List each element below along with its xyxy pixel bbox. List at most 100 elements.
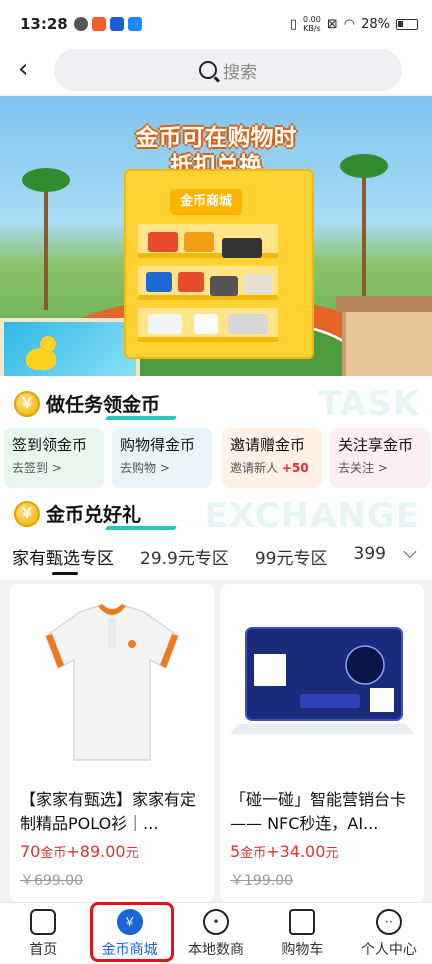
task-card-checkin[interactable]: 签到领金币 去签到 > — [4, 428, 104, 488]
net-speed-unit: KB/s — [303, 24, 321, 33]
no-sim-icon: ⊠ — [326, 16, 338, 32]
task-section-title-text: 做任务领金币 — [46, 390, 160, 417]
container-item — [194, 314, 218, 334]
container-item — [228, 314, 268, 334]
task-card-shopping[interactable]: 购物得金币 去购物 > — [112, 428, 212, 488]
active-tab-highlight — [90, 902, 174, 962]
chevron-down-icon[interactable]: ⌵ — [388, 542, 432, 572]
banner-pool — [0, 318, 140, 376]
shoe-item — [210, 276, 238, 296]
price-cash-unit: 元 — [325, 846, 339, 861]
task-card-invite[interactable]: 邀请赠金币 邀请新人 +50 — [222, 428, 322, 488]
product-name: 【家家有甄选】家家有定制精品POLO衫｜... — [20, 790, 197, 833]
battery-icon — [396, 18, 418, 30]
bag-shelf — [138, 308, 278, 342]
search-bar[interactable]: 搜索 — [54, 49, 402, 91]
task-card-sub: 去签到 > — [12, 461, 62, 475]
task-card-title: 签到领金币 — [12, 436, 88, 454]
nfc-table-card-image — [220, 584, 424, 780]
top-nav: ‹ 搜索 — [0, 48, 432, 94]
wifi-icon: ◠ — [343, 16, 356, 32]
tab-jiayou-select[interactable]: 家有甄选专区 — [12, 544, 114, 575]
search-placeholder: 搜索 — [223, 62, 257, 83]
status-time: 13:28 — [20, 15, 68, 33]
app-notification-icon — [127, 17, 142, 31]
exchange-section-title-text: 金币兑好礼 — [46, 500, 141, 527]
product-card[interactable]: 「碰一碰」智能营销台卡 —— NFC秒连，AI... 5金币+34.00元 ￥1… — [220, 584, 424, 902]
nav-cart[interactable]: 购物车 — [259, 903, 345, 964]
app-notification-icon — [73, 17, 88, 31]
back-icon[interactable]: ‹ — [18, 56, 40, 82]
network-speed: 0.00 KB/s — [303, 15, 321, 33]
nav-label: 本地数商 — [188, 942, 245, 958]
nav-home[interactable]: 首页 — [0, 903, 86, 964]
product-name: 「碰一碰」智能营销台卡 —— NFC秒连，AI... — [230, 790, 407, 833]
bag-shelf — [138, 224, 278, 258]
vibrate-icon: ▯ — [289, 16, 298, 32]
profile-icon: ·· — [375, 909, 402, 935]
polo-shirt-image — [10, 584, 214, 780]
task-section: TASK ￥ 做任务领金币 签到领金币 去签到 > 购物得金币 去购物 > 邀请… — [0, 376, 432, 494]
palm-tree-illustration — [22, 168, 70, 310]
tab-29-9[interactable]: 29.9元专区 — [140, 544, 229, 569]
task-section-title: ￥ 做任务领金币 — [14, 390, 160, 417]
cart-icon — [289, 909, 316, 935]
status-right: ▯ 0.00 KB/s ⊠ ◠ 28% — [290, 15, 418, 33]
nav-label: 个人中心 — [360, 942, 417, 958]
container-item — [148, 314, 182, 334]
task-card-sub: 去关注 > — [338, 461, 388, 475]
rubber-duck-illustration — [26, 336, 56, 370]
snack-item — [146, 272, 172, 292]
price-coins: 5 — [230, 842, 241, 861]
battery-percent: 28% — [361, 16, 390, 32]
snack-item — [178, 272, 204, 292]
task-card-sub-text: 邀请新人 — [230, 461, 279, 475]
speaker-item — [244, 274, 272, 294]
product-price: 5金币+34.00元 — [230, 842, 338, 861]
task-card-title: 购物得金币 — [120, 436, 196, 454]
task-card-sub: 去购物 > — [120, 461, 170, 475]
search-icon — [199, 61, 217, 79]
category-tabs: 家有甄选专区 29.9元专区 99元专区 399 — [12, 544, 386, 575]
coin-icon: ￥ — [14, 500, 40, 527]
nav-label: 购物车 — [281, 942, 324, 958]
task-card-title: 关注享金币 — [338, 436, 414, 454]
banner-cabin — [336, 296, 432, 376]
tab-399[interactable]: 399 — [354, 544, 386, 569]
original-price: ￥699.00 — [20, 873, 83, 889]
snack-item — [184, 232, 214, 252]
status-bar: 13:28 ▯ 0.00 KB/s ⊠ ◠ 28% — [0, 0, 432, 48]
price-cash: +34.00 — [266, 842, 326, 861]
nav-profile[interactable]: ·· 个人中心 — [346, 903, 432, 964]
price-coin-unit: 金币 — [240, 846, 267, 861]
coin-icon: ￥ — [14, 390, 40, 417]
promo-banner[interactable]: 金币可在购物时 抵扣兑换 金币商城 — [0, 96, 432, 376]
product-price: 70金币+89.00元 — [20, 842, 139, 861]
app-notification-icon — [91, 17, 106, 31]
net-speed-value: 0.00 — [303, 15, 321, 24]
product-card[interactable]: 【家家有甄选】家家有定制精品POLO衫｜... 70金币+89.00元 ￥699… — [10, 584, 214, 902]
task-card-bonus: +50 — [281, 461, 309, 475]
task-ghost-text: TASK — [318, 384, 420, 424]
price-coins: 70 — [20, 842, 41, 861]
home-icon — [30, 909, 57, 935]
bag-shelf — [138, 266, 278, 300]
original-price: ￥199.00 — [230, 873, 293, 889]
price-coin-unit: 金币 — [40, 846, 67, 861]
task-card-follow[interactable]: 关注享金币 去关注 > — [330, 428, 430, 488]
shoe-item — [222, 238, 262, 258]
exchange-ghost-text: EXCHANGE — [204, 496, 420, 536]
tab-99[interactable]: 99元专区 — [255, 544, 328, 569]
snack-item — [148, 232, 178, 252]
app-notification-icon — [109, 17, 124, 31]
exchange-section: EXCHANGE ￥ 金币兑好礼 家有甄选专区 29.9元专区 99元专区 39… — [0, 494, 432, 580]
price-cash-unit: 元 — [125, 846, 139, 861]
bottom-nav: 首页 ￥ 金币商城 • 本地数商 购物车 ·· 个人中心 — [0, 902, 432, 964]
nav-label: 首页 — [29, 942, 58, 958]
exchange-section-title: ￥ 金币兑好礼 — [14, 500, 141, 527]
nav-local-business[interactable]: • 本地数商 — [173, 903, 259, 964]
palm-tree-illustration — [340, 154, 388, 306]
task-card-title: 邀请赠金币 — [230, 436, 306, 454]
price-cash: +89.00 — [66, 842, 126, 861]
bag-label: 金币商城 — [170, 189, 242, 215]
